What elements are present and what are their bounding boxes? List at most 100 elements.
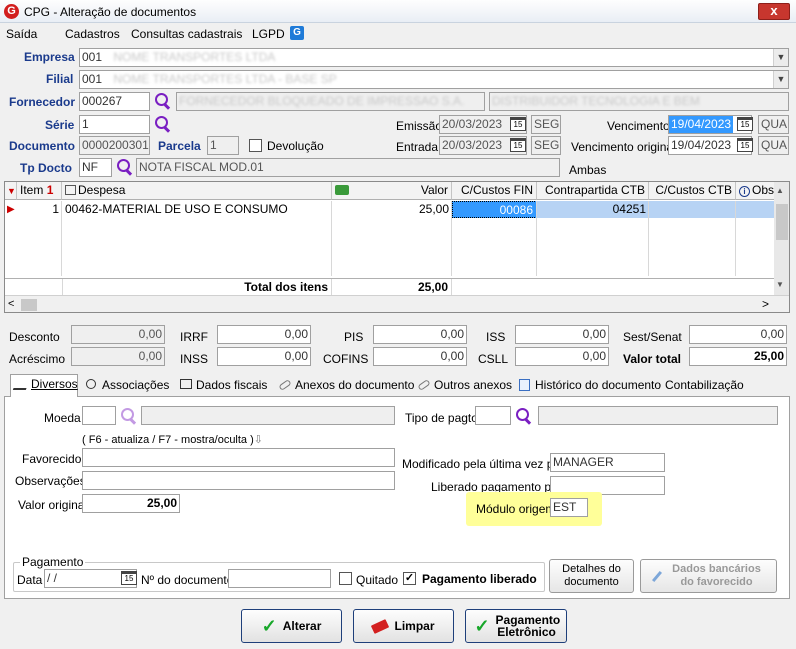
acrescimo-label: Acréscimo bbox=[9, 352, 66, 366]
pis-input[interactable]: 0,00 bbox=[373, 325, 467, 344]
vencimento-calendar-icon[interactable]: 15 bbox=[737, 117, 753, 131]
checkmark-icon: ✓ bbox=[474, 616, 490, 636]
fornecedor-label: Fornecedor bbox=[9, 95, 76, 109]
data-pagamento-calendar-icon[interactable]: 15 bbox=[121, 571, 137, 585]
valor-original-label: Valor original bbox=[18, 498, 88, 512]
table-row[interactable]: ▶ 1 00462-MATERIAL DE USO E CONSUMO 25,0… bbox=[5, 201, 774, 218]
irrf-input[interactable]: 0,00 bbox=[217, 325, 311, 344]
moeda-input[interactable] bbox=[82, 406, 116, 425]
info-icon: i bbox=[739, 186, 750, 197]
limpar-button[interactable]: Limpar bbox=[353, 609, 454, 643]
empresa-label: Empresa bbox=[24, 50, 75, 64]
parcela-input[interactable]: 1 bbox=[207, 136, 239, 155]
tipo-pagto-name-field bbox=[538, 406, 778, 425]
iss-input[interactable]: 0,00 bbox=[515, 325, 609, 344]
fornecedor-code-input[interactable]: 000267 bbox=[79, 92, 150, 111]
checkmark-icon: ✓ bbox=[261, 615, 277, 636]
moeda-search-icon[interactable] bbox=[120, 407, 138, 425]
tab-associacoes[interactable]: Associações bbox=[82, 376, 172, 397]
inss-input[interactable]: 0,00 bbox=[217, 347, 311, 366]
scroll-right-icon: > bbox=[762, 297, 770, 311]
favorecido-label: Favorecido bbox=[22, 452, 82, 466]
empresa-name: NOME TRANSPORTES LTDA bbox=[113, 50, 276, 64]
pagamento-liberado-checkbox[interactable]: ✓ bbox=[403, 572, 416, 585]
pagamento-eletronico-button[interactable]: ✓ Pagamento Eletrônico bbox=[465, 609, 567, 643]
devolucao-label: Devolução bbox=[267, 139, 324, 153]
documento-input[interactable]: 0000200301 bbox=[79, 136, 150, 155]
pencil-icon bbox=[12, 378, 31, 390]
menu-lgpd[interactable]: LGPD bbox=[252, 27, 285, 41]
grid-horizontal-scrollbar[interactable]: < > bbox=[5, 295, 789, 312]
serie-input[interactable]: 1 bbox=[79, 115, 150, 134]
fornecedor-search-icon[interactable] bbox=[154, 92, 172, 110]
grid-header-item[interactable]: Item 1 bbox=[17, 182, 62, 200]
scroll-up-icon: ▲ bbox=[776, 186, 784, 195]
help-icon[interactable]: G bbox=[290, 26, 304, 40]
grid-vertical-scrollbar[interactable]: ▲ ▼ bbox=[774, 182, 789, 295]
tpdocto-search-icon[interactable] bbox=[116, 158, 134, 176]
detalhes-documento-button[interactable]: Detalhes do documento bbox=[549, 559, 634, 593]
grid-header-obs[interactable]: i Obs bbox=[736, 182, 776, 200]
row-item: 1 bbox=[52, 202, 59, 216]
devolucao-checkbox[interactable] bbox=[249, 139, 262, 152]
tpdocto-name-field: NOTA FISCAL MOD.01 bbox=[136, 158, 560, 177]
tipo-pagto-input[interactable] bbox=[475, 406, 511, 425]
emissao-calendar-icon[interactable]: 15 bbox=[510, 117, 526, 131]
filial-select[interactable]: 001 NOME TRANSPORTES LTDA - BASE SP bbox=[79, 70, 789, 89]
paperclip-icon bbox=[417, 379, 431, 391]
menu-saida[interactable]: Saída bbox=[6, 27, 37, 41]
quitado-checkbox[interactable] bbox=[339, 572, 352, 585]
observacoes-input[interactable] bbox=[82, 471, 395, 490]
valor-original-input[interactable]: 25,00 bbox=[82, 494, 180, 513]
filial-dropdown-icon[interactable]: ▼ bbox=[773, 71, 788, 88]
ambas-label: Ambas bbox=[569, 163, 607, 177]
modificado-field: MANAGER bbox=[550, 453, 665, 472]
close-button[interactable]: x bbox=[758, 3, 790, 20]
tab-dados-fiscais[interactable]: Dados fiscais bbox=[176, 376, 271, 397]
grid-header-despesa[interactable]: Despesa bbox=[62, 182, 332, 200]
grid-header-contrapartida[interactable]: Contrapartida CTB bbox=[537, 182, 649, 200]
tab-anexos-documento[interactable]: Anexos do documento bbox=[275, 376, 414, 397]
empresa-select[interactable]: 001 NOME TRANSPORTES LTDA bbox=[79, 48, 789, 67]
tab-outros-anexos[interactable]: Outros anexos bbox=[414, 376, 512, 397]
emissao-weekday: SEG bbox=[531, 115, 561, 134]
csll-input[interactable]: 0,00 bbox=[515, 347, 609, 366]
empresa-dropdown-icon[interactable]: ▼ bbox=[773, 49, 788, 66]
serie-search-icon[interactable] bbox=[154, 115, 172, 133]
tab-historico-documento[interactable]: Histórico do documento bbox=[515, 376, 661, 397]
grid-header-valor[interactable]: Valor bbox=[332, 182, 452, 200]
tab-diversos[interactable]: Diversos bbox=[10, 374, 78, 397]
venc-original-weekday: QUA bbox=[758, 136, 789, 155]
filial-label: Filial bbox=[46, 72, 74, 86]
grid-header-ccctb[interactable]: C/Custos CTB bbox=[649, 182, 736, 200]
sest-senat-input[interactable]: 0,00 bbox=[689, 325, 787, 344]
fornecedor-extra-field: DISTRIBUIDOR TECNOLOGIA E BEM bbox=[489, 92, 789, 111]
cofins-label: COFINS bbox=[323, 352, 369, 366]
favorecido-input[interactable] bbox=[82, 448, 395, 467]
items-grid[interactable]: ▼ Item 1 Despesa Valor C/Custos FIN Cont… bbox=[4, 181, 790, 313]
tpdocto-code-input[interactable]: NF bbox=[79, 158, 112, 177]
desconto-label: Desconto bbox=[9, 330, 60, 344]
venc-original-calendar-icon[interactable]: 15 bbox=[737, 138, 753, 152]
grid-col-divider bbox=[331, 201, 332, 276]
ndoc-input[interactable] bbox=[228, 569, 331, 588]
moeda-name-field bbox=[141, 406, 395, 425]
grid-header-ccfin[interactable]: C/Custos FIN bbox=[452, 182, 537, 200]
pagamento-liberado-label: Pagamento liberado bbox=[422, 572, 537, 586]
row-ccfin-cell[interactable]: 00086 bbox=[452, 201, 537, 218]
dados-bancarios-button[interactable]: Dados bancários do favorecido bbox=[640, 559, 777, 593]
grid-col-divider bbox=[735, 201, 736, 276]
acrescimo-value: 0,00 bbox=[71, 347, 165, 366]
cofins-input[interactable]: 0,00 bbox=[373, 347, 467, 366]
valor-total-label: Valor total bbox=[623, 352, 682, 366]
documento-label: Documento bbox=[9, 139, 75, 153]
menu-cadastros[interactable]: Cadastros bbox=[65, 27, 120, 41]
money-icon bbox=[335, 185, 349, 195]
alterar-button[interactable]: ✓ Alterar bbox=[241, 609, 342, 643]
tab-contabilizacao[interactable]: Contabilização bbox=[661, 376, 744, 397]
tipo-pagto-search-icon[interactable] bbox=[515, 407, 533, 425]
menu-consultas-cadastrais[interactable]: Consultas cadastrais bbox=[131, 27, 242, 41]
fornecedor-name-field: FORNECEDOR BLOQUEADO DE IMPRESSAO S.A. bbox=[176, 92, 485, 111]
entrada-calendar-icon[interactable]: 15 bbox=[510, 138, 526, 152]
csll-label: CSLL bbox=[478, 352, 509, 366]
